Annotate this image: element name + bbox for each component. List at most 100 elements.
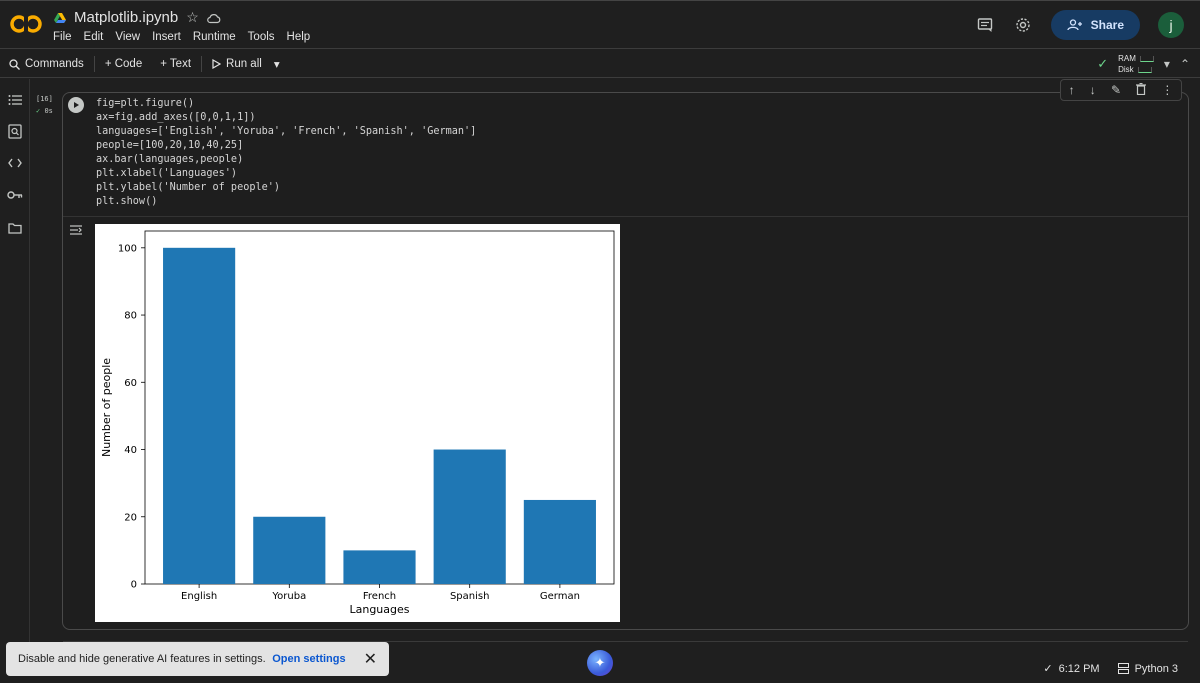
bars-group [163,247,596,585]
toolbar-divider [93,56,95,72]
code-editor[interactable]: fig=plt.figure() ax=fig.add_axes([0,0,1,1… [96,97,476,209]
title-row: Matplotlib.ipynb ☆ [54,9,221,26]
status-bar: ✓ 6:12 PM Python 3 [1043,662,1178,676]
left-rail [0,79,30,654]
people-icon [1066,19,1082,31]
y-tick-label: 100 [118,243,137,254]
menu-file[interactable]: File [53,31,78,43]
add-text-button[interactable]: + Text [160,58,191,70]
commands-label: Commands [25,58,84,70]
play-icon [212,59,222,69]
last-run-time: 6:12 PM [1058,662,1100,675]
google-drive-icon [54,12,66,23]
last-run-status[interactable]: ✓ 6:12 PM [1043,662,1100,676]
ram-bar [1139,55,1154,62]
server-icon [1117,663,1129,674]
ai-settings-snackbar: Disable and hide generative AI features … [6,642,389,676]
comment-icon[interactable] [975,15,995,35]
code-line: ax=fig.add_axes([0,0,1,1]) [96,112,256,123]
code-snippets-icon[interactable] [7,155,23,171]
menu-tools[interactable]: Tools [248,31,281,43]
menu-view[interactable]: View [115,31,146,43]
table-of-contents-icon[interactable] [7,92,23,108]
notebook-toolbar: Commands + Code + Text Run all ▾ ✓ RAM D… [0,48,1200,78]
x-tick-label: Spanish [450,591,490,602]
move-cell-up-icon[interactable]: ↑ [1069,83,1075,97]
y-axis-label: Number of people [100,358,113,457]
check-icon: ✓ [1043,663,1053,675]
menu-help[interactable]: Help [287,31,317,43]
more-options-icon[interactable]: ⋮ [1161,83,1173,97]
files-folder-icon[interactable] [7,220,23,236]
x-axis-label: Languages [349,603,409,616]
bar-yoruba [253,516,326,584]
x-axis-ticks: English Yoruba French Spanish German [181,584,580,602]
edit-pencil-icon[interactable]: ✎ [1111,83,1121,97]
collapse-chevron-up-icon[interactable]: ⌃ [1180,57,1190,71]
y-axis-ticks: 0 20 40 60 80 100 [118,243,145,591]
chart-output: 0 20 40 60 80 100 English Yoruba French Spanish G… [95,224,620,622]
cell-toolbar: ↑ ↓ ✎ ⋮ [1060,79,1182,101]
x-tick-label: Yoruba [271,591,306,602]
code-line: fig=plt.figure() [96,98,195,109]
star-icon[interactable]: ☆ [186,9,199,26]
menu-bar: File Edit View Insert Runtime Tools Help [53,31,322,43]
avatar[interactable]: j [1158,12,1184,38]
run-all-label: Run all [226,58,262,70]
y-tick-label: 60 [124,378,137,389]
search-icon [9,58,20,70]
add-code-button[interactable]: + Code [105,58,142,70]
code-line: ax.bar(languages,people) [96,154,244,165]
cloud-saved-icon[interactable] [206,12,221,24]
menu-insert[interactable]: Insert [152,31,187,43]
y-tick-label: 20 [124,512,137,523]
top-bar: Matplotlib.ipynb ☆ File Edit View Insert… [0,0,1200,48]
code-line: languages=['English', 'Yoruba', 'French'… [96,126,477,137]
bar-german [523,499,596,584]
execution-count: [16] [36,95,53,103]
output-actions-icon[interactable] [69,223,83,237]
runtime-type[interactable]: Python 3 [1117,662,1178,675]
x-tick-label: English [181,591,217,602]
open-settings-link[interactable]: Open settings [272,653,345,665]
x-tick-label: French [363,591,396,602]
code-line: plt.ylabel('Number of people') [96,182,281,193]
connected-check-icon: ✓ [1097,56,1109,71]
bar-english [163,247,236,585]
play-icon [74,102,79,108]
code-line: people=[100,20,10,40,25] [96,140,244,151]
share-label: Share [1090,18,1124,32]
runtime-label: Python 3 [1134,662,1178,675]
move-cell-down-icon[interactable]: ↓ [1090,83,1096,97]
y-tick-label: 80 [124,311,137,322]
gemini-sparkle-icon[interactable]: ✦ [587,650,613,676]
commands-button[interactable]: Commands [9,58,84,70]
menu-runtime[interactable]: Runtime [193,31,242,43]
snackbar-message: Disable and hide generative AI features … [18,653,266,665]
menu-edit[interactable]: Edit [84,31,110,43]
code-line: plt.xlabel('Languages') [96,168,238,179]
cell-execution-info: [16] ✓ 0s [36,93,53,117]
find-replace-icon[interactable] [7,123,23,139]
code-line: plt.show() [96,196,158,207]
share-button[interactable]: Share [1050,10,1140,40]
header-actions: Share j [975,10,1184,40]
run-cell-button[interactable] [68,97,84,113]
execution-time: 0s [44,107,53,115]
y-tick-label: 0 [131,580,137,591]
disk-bar [1137,66,1152,73]
resource-monitor[interactable]: RAM Disk [1118,53,1154,75]
bar-spanish [433,449,506,584]
run-all-dropdown-icon[interactable]: ▾ [274,57,280,71]
ram-label: RAM [1118,54,1136,63]
colab-logo-icon[interactable] [10,13,42,35]
notebook-title[interactable]: Matplotlib.ipynb [74,9,178,26]
gear-icon[interactable] [1013,15,1033,35]
close-icon[interactable]: ✕ [364,649,377,669]
execution-success-check-icon: ✓ [36,107,41,115]
runtime-dropdown-icon[interactable]: ▾ [1164,57,1170,71]
run-all-button[interactable]: Run all [212,58,262,70]
delete-trash-icon[interactable] [1136,82,1147,98]
bar-chart: 0 20 40 60 80 100 English Yoruba French Spanish G… [100,230,615,616]
secrets-key-icon[interactable] [7,187,23,203]
